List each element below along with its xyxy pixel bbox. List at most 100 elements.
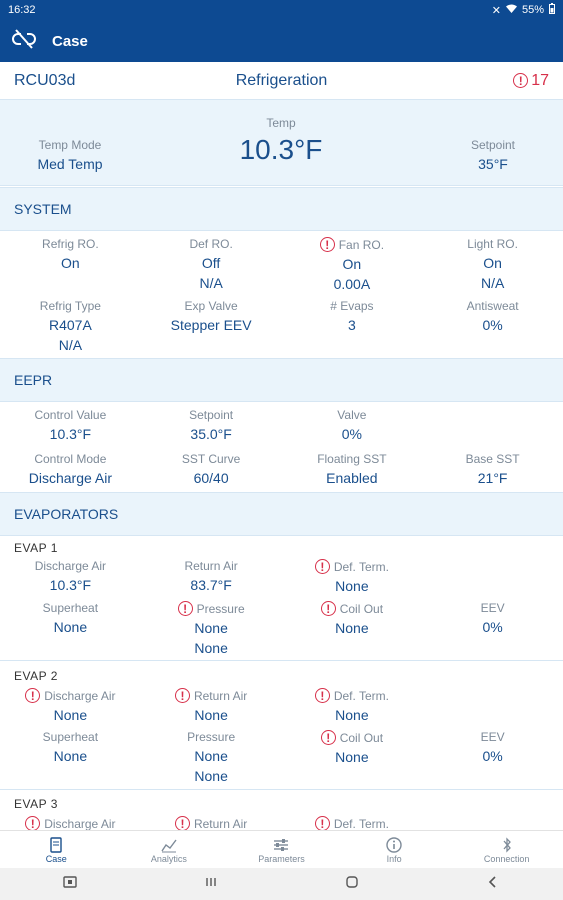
field-label: Setpoint (141, 408, 282, 422)
temp-label: Temp (266, 116, 296, 130)
alarm-icon[interactable]: ! (319, 237, 335, 252)
field-value: On (342, 256, 362, 272)
recents-icon[interactable] (204, 875, 218, 894)
field-label: Light RO. (422, 237, 563, 251)
alarm-icon[interactable]: ! (177, 601, 193, 616)
alarm-indicator[interactable]: ! 17 (409, 72, 549, 90)
field-control-mode: Control Mode Discharge Air (0, 452, 141, 487)
alarm-icon[interactable]: ! (320, 601, 336, 616)
evap-2-title: EVAP 2 (14, 669, 58, 683)
field-label: Superheat (0, 730, 141, 744)
evap-3-grid: ! Discharge Air! Return Air! Def. Term. (0, 810, 563, 830)
field-label: # Evaps (282, 299, 423, 313)
back-icon[interactable] (486, 875, 500, 894)
field-pressure: ! Pressure None None (141, 601, 282, 657)
screenshot-icon[interactable] (63, 875, 78, 894)
field-value: 83.7°F (190, 577, 232, 593)
tab-connection[interactable]: Connection (450, 831, 563, 868)
home-icon[interactable] (345, 875, 359, 894)
case-id: RCU03d (14, 71, 76, 89)
field-value: 21°F (477, 470, 508, 486)
unlink-icon[interactable] (12, 28, 36, 54)
field-value: 0% (482, 748, 503, 764)
field-floating-sst: Floating SST Enabled (282, 452, 423, 487)
field-label-text: Floating SST (317, 452, 387, 466)
field-coil-out: ! Coil Out None (282, 730, 423, 766)
alarm-icon[interactable]: ! (320, 730, 336, 745)
field-label-text: Setpoint (189, 408, 234, 422)
field-value: None (194, 768, 228, 784)
field-label: Refrig RO. (0, 237, 141, 251)
tab-label: Connection (483, 853, 530, 864)
tab-info[interactable]: Info (338, 831, 451, 868)
field-exp-valve: Exp Valve Stepper EEV (141, 299, 282, 334)
field-value: 0% (482, 317, 503, 333)
temp-mode-label: Temp Mode (38, 138, 102, 152)
field-eev: EEV 0% (422, 601, 563, 636)
field-return-air: ! Return Air (141, 816, 282, 830)
field-value: N/A (480, 275, 505, 291)
field-value: None (194, 620, 228, 636)
field-label: ! Return Air (141, 688, 282, 703)
alarm-icon[interactable]: ! (25, 816, 41, 830)
field-label: EEV (422, 730, 563, 744)
field-eev: EEV 0% (422, 730, 563, 765)
temp-block: Temp 10.3°F (181, 116, 381, 166)
field-label: Refrig Type (0, 299, 141, 313)
field-value: None (335, 578, 369, 594)
field-label-text: Superheat (42, 730, 99, 744)
alarm-icon[interactable]: ! (314, 688, 330, 703)
field-label-text: Superheat (42, 601, 99, 615)
field-superheat: Superheat None (0, 730, 141, 765)
field-value: On (483, 255, 502, 271)
field-def-term: ! Def. Term. (282, 816, 423, 830)
field-label: Def RO. (141, 237, 282, 251)
alarm-icon[interactable]: ! (174, 816, 190, 830)
case-type: Refrigeration (235, 71, 328, 89)
field-label: Return Air (141, 559, 282, 573)
field-value: 10.3°F (49, 577, 92, 593)
field-value: On (61, 255, 80, 271)
status-time: 16:32 (8, 4, 36, 16)
field-value: Stepper EEV (170, 317, 252, 333)
temp-mode-value: Med Temp (37, 156, 103, 172)
field-coil-out: ! Coil Out None (282, 601, 423, 637)
alarm-icon[interactable]: ! (314, 816, 330, 830)
battery-level: 55% (521, 4, 544, 16)
field-label-text: Pressure (187, 730, 236, 744)
field-label: Floating SST (282, 452, 423, 466)
field-label-text: # Evaps (330, 299, 374, 313)
parameters-icon (273, 836, 289, 854)
tab-case[interactable]: Case (0, 831, 113, 868)
section-system[interactable]: SYSTEM (0, 187, 563, 231)
field-label: Base SST (422, 452, 563, 466)
field-label-text: Fan RO. (338, 237, 385, 252)
tab-analytics[interactable]: Analytics (113, 831, 226, 868)
field-label-text: Control Value (34, 408, 107, 422)
field-return-air: ! Return Air None (141, 688, 282, 724)
field-label-text: Return Air (184, 559, 238, 573)
tab-parameters[interactable]: Parameters (225, 831, 338, 868)
bottom-nav: Case Analytics Parameters Info Connection (0, 830, 563, 868)
eepr-grid: Control Value 10.3°F Setpoint 35.0°F Valve 0%… (0, 402, 563, 490)
field-setpoint: Setpoint 35.0°F (141, 408, 282, 443)
case-icon (49, 836, 63, 854)
alarm-icon[interactable]: ! (174, 688, 190, 703)
field-discharge-air: ! Discharge Air None (0, 688, 141, 724)
field-label-text: Def. Term. (333, 559, 389, 574)
alarm-icon[interactable]: ! (314, 559, 330, 574)
field-label: ! Discharge Air (0, 816, 141, 830)
setpoint-label: Setpoint (470, 138, 516, 152)
field-label-text: Exp Valve (184, 299, 238, 313)
field-base-sst: Base SST 21°F (422, 452, 563, 487)
field-superheat: Superheat None (0, 601, 141, 636)
field-def-ro: Def RO. Off N/A (141, 237, 282, 292)
field-label-text: Discharge Air (44, 688, 116, 703)
alarm-icon[interactable]: ! (25, 688, 41, 703)
section-evaporators[interactable]: EVAPORATORS (0, 492, 563, 536)
field-label-text: Return Air (193, 688, 248, 703)
section-eepr[interactable]: EEPR (0, 358, 563, 402)
field-label-text: Refrig Type (39, 299, 101, 313)
field-pressure: Pressure None None (141, 730, 282, 785)
setpoint-block: Setpoint 35°F (423, 138, 563, 172)
